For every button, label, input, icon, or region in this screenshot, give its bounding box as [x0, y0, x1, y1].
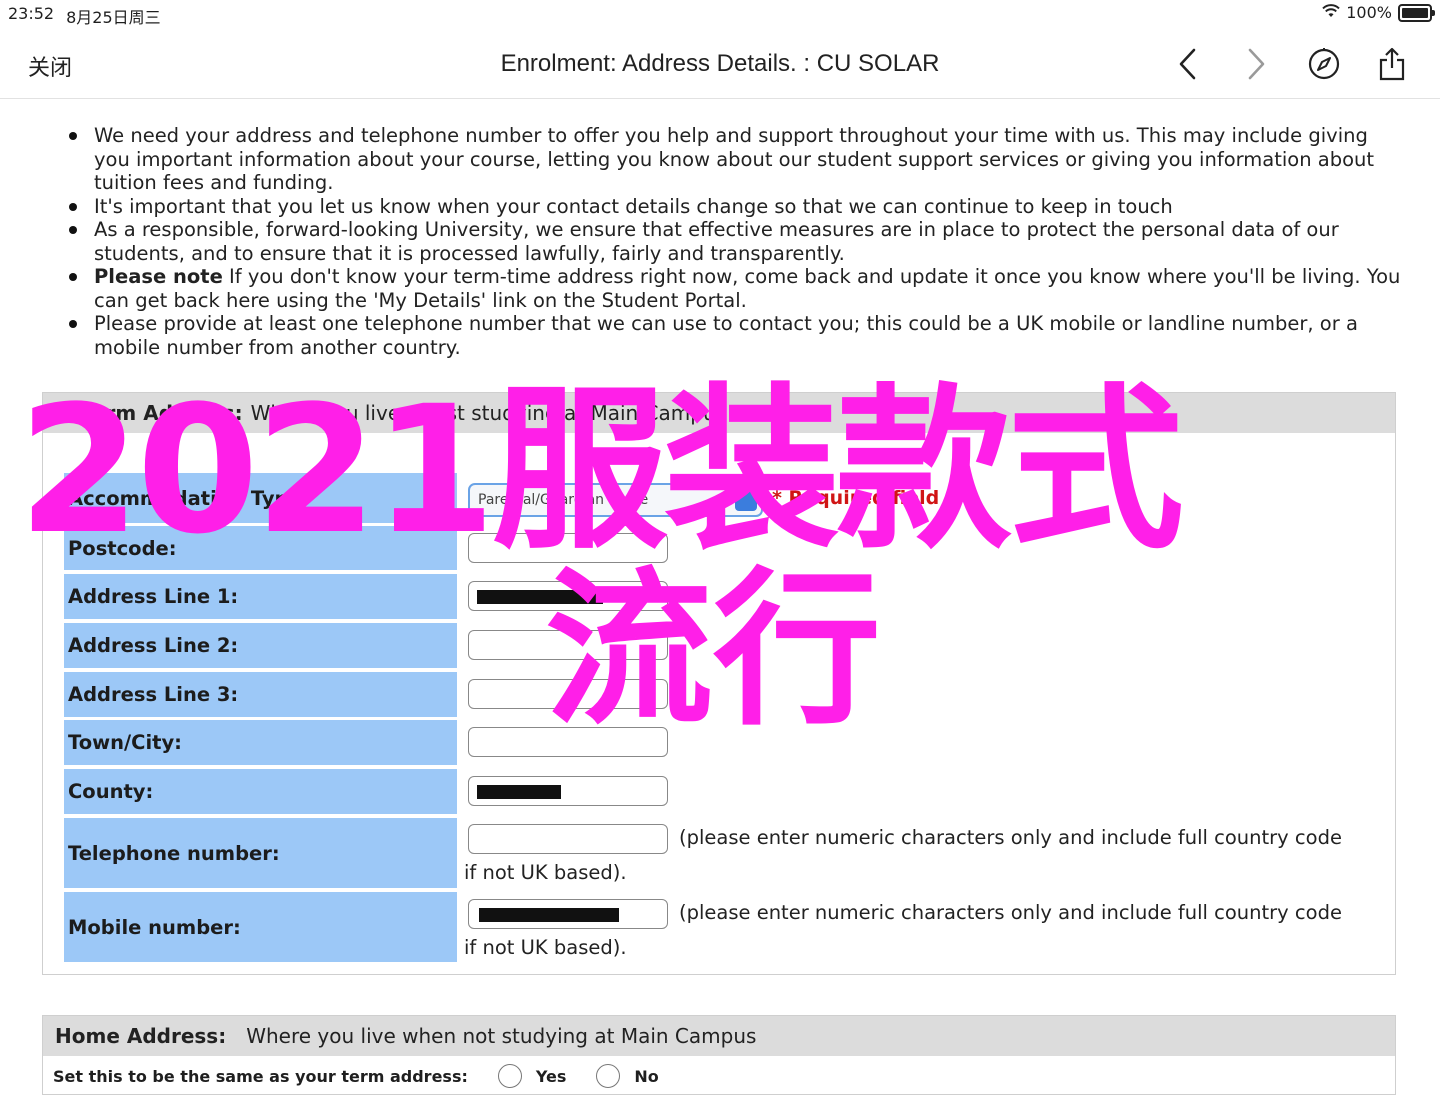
info-bullet-list: We need your address and telephone numbe…	[69, 124, 1404, 359]
home-address-panel: Home Address: Where you live when not st…	[42, 1015, 1396, 1095]
compass-icon[interactable]	[1300, 42, 1348, 86]
address-line-2-input[interactable]	[468, 630, 668, 660]
term-address-panel: i Term Address: Where you live whilst st…	[42, 392, 1396, 975]
home-address-title: Home Address:	[55, 1024, 227, 1048]
redacted-value	[477, 590, 603, 604]
list-item: Please note If you don't know your term-…	[69, 265, 1404, 312]
back-chevron-icon[interactable]	[1164, 42, 1212, 86]
term-address-title: Term Address:	[81, 401, 243, 425]
forward-chevron-icon[interactable]	[1232, 42, 1280, 86]
address-line-3-input[interactable]	[468, 679, 668, 709]
info-icon[interactable]: i	[55, 404, 73, 422]
county-label: County:	[64, 769, 457, 814]
town-label: Town/City:	[64, 720, 457, 765]
status-date: 8月25日周三	[66, 8, 161, 27]
mobile-label: Mobile number:	[64, 892, 457, 962]
redacted-value	[477, 785, 561, 799]
term-address-header: i Term Address: Where you live whilst st…	[43, 393, 1395, 433]
address-line-2-label: Address Line 2:	[64, 623, 457, 668]
address-line-3-label: Address Line 3:	[64, 672, 457, 717]
same-address-yes-radio[interactable]	[497, 1064, 522, 1088]
address-line-1-input[interactable]	[468, 581, 668, 611]
county-input[interactable]	[468, 776, 668, 806]
required-field-note: * Required field	[772, 487, 940, 509]
term-address-subtitle: Where you live whilst studying at Main C…	[250, 401, 727, 425]
chevron-down-icon	[735, 489, 757, 511]
no-label: No	[634, 1066, 659, 1086]
same-address-no-radio[interactable]	[596, 1064, 621, 1088]
wifi-icon	[1322, 3, 1340, 22]
address-line-1-label: Address Line 1:	[64, 574, 457, 619]
battery-icon	[1398, 3, 1435, 22]
list-item: Please provide at least one telephone nu…	[69, 312, 1404, 359]
town-input[interactable]	[468, 727, 668, 757]
accommodation-select[interactable]: Parental/Guardian home	[468, 483, 763, 517]
accommodation-label: Accommodation Type:	[64, 473, 457, 523]
yes-label: Yes	[535, 1066, 567, 1086]
postcode-label: Postcode:	[64, 526, 457, 570]
status-bar: 23:52 8月25日周三 100%	[0, 0, 1440, 28]
accommodation-value: Parental/Guardian home	[478, 492, 649, 508]
list-item: We need your address and telephone numbe…	[69, 124, 1404, 195]
battery-percent: 100%	[1346, 3, 1392, 22]
same-address-row: Set this to be the same as your term add…	[53, 1064, 659, 1088]
list-item: As a responsible, forward-looking Univer…	[69, 218, 1404, 265]
same-address-label: Set this to be the same as your term add…	[53, 1066, 468, 1086]
telephone-help-text: (please enter numeric characters only an…	[464, 826, 1342, 884]
postcode-input[interactable]	[468, 533, 668, 563]
status-time: 23:52	[8, 4, 55, 23]
mobile-help-text: (please enter numeric characters only an…	[464, 901, 1342, 959]
telephone-label: Telephone number:	[64, 818, 457, 888]
home-address-subtitle: Where you live when not studying at Main…	[246, 1024, 757, 1048]
list-item: It's important that you let us know when…	[69, 195, 1404, 219]
close-button[interactable]: 关闭	[28, 50, 72, 82]
nav-bar: 关闭 Enrolment: Address Details. : CU SOLA…	[0, 28, 1440, 99]
home-address-header: Home Address: Where you live when not st…	[43, 1016, 1395, 1056]
share-icon[interactable]	[1368, 42, 1416, 86]
